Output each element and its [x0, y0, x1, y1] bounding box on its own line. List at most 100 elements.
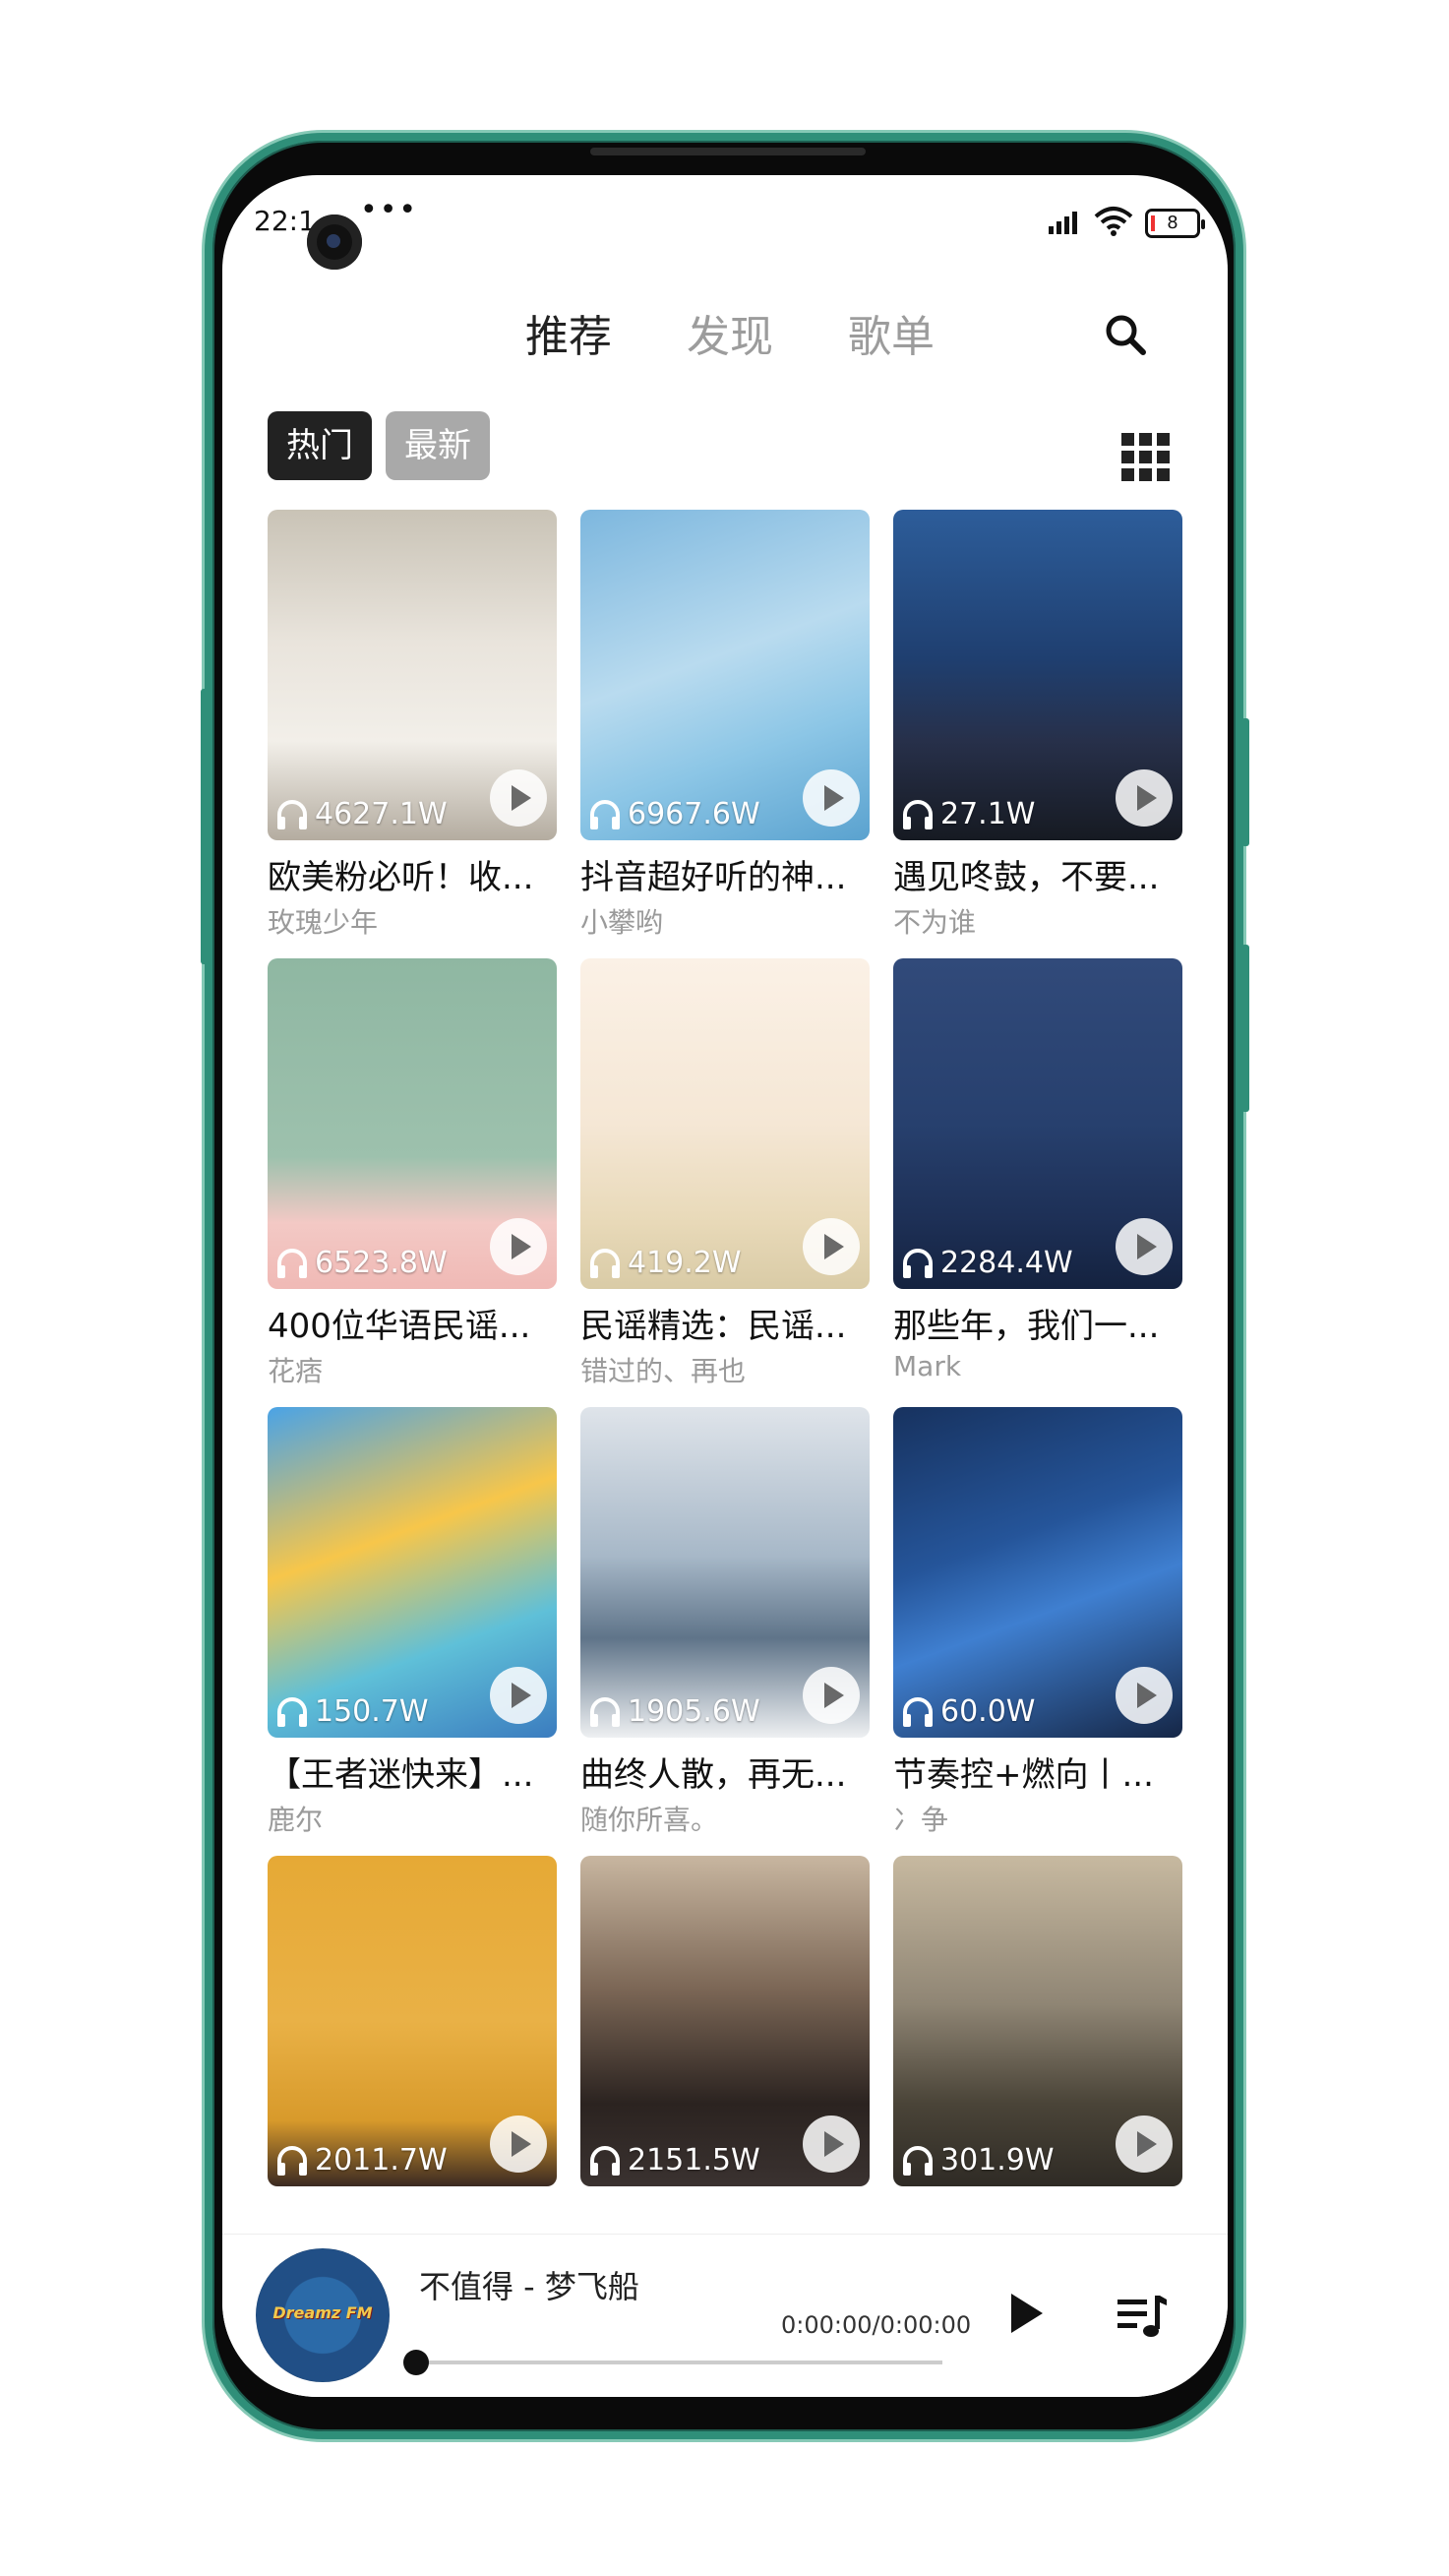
album-art-label: Dreamz FM	[272, 2303, 373, 2322]
playlist-title[interactable]: 那些年，我们一...	[893, 1299, 1182, 1347]
playback-time: 0:00:00/0:00:00	[781, 2311, 972, 2339]
signal-icon	[1049, 212, 1077, 234]
play-count-value: 2284.4W	[940, 1246, 1073, 1280]
side-button	[1241, 945, 1249, 1112]
play-count-value: 301.9W	[940, 2143, 1055, 2177]
playlist-author: Mark	[893, 1350, 962, 1382]
play-button[interactable]	[803, 1218, 860, 1275]
playlist-cover-image[interactable]: 2011.7W	[268, 1856, 557, 2186]
playlist-card[interactable]: 4627.1W 欧美粉必听！收... 玫瑰少年	[268, 510, 557, 943]
play-icon[interactable]	[1011, 2294, 1043, 2333]
play-button[interactable]	[490, 2116, 547, 2173]
tab-playlists[interactable]: 歌单	[848, 301, 935, 364]
playlist-title[interactable]: 节奏控+燃向丨...	[893, 1748, 1182, 1796]
playlist-title[interactable]: 曲终人散，再无...	[580, 1748, 870, 1796]
playlist-cover-image[interactable]: 2151.5W	[580, 1856, 870, 2186]
playlist-title[interactable]: 抖音超好听的神...	[580, 850, 870, 898]
playlist-author: 错过的、再也	[580, 1355, 747, 1387]
play-button[interactable]	[1116, 1218, 1173, 1275]
play-count-value: 60.0W	[940, 1694, 1036, 1729]
play-button[interactable]	[490, 769, 547, 827]
playlist-author: 花痞	[268, 1355, 324, 1387]
playlist-cover-image[interactable]: 27.1W	[893, 510, 1182, 840]
play-count-value: 4627.1W	[315, 797, 448, 831]
playlist-card[interactable]: 419.2W 民谣精选：民谣... 错过的、再也	[580, 958, 870, 1391]
playlist-cover-image[interactable]: 150.7W	[268, 1407, 557, 1738]
tab-recommend[interactable]: 推荐	[525, 301, 612, 364]
playlist-cover-image[interactable]: 6523.8W	[268, 958, 557, 1289]
playlist-card[interactable]: 2151.5W 「怀旧经典」记...	[580, 1856, 870, 2198]
status-more-indicator: •••	[360, 193, 419, 227]
headphones-icon	[590, 1248, 620, 1278]
playlist-card[interactable]: 2011.7W 「粤语金曲」对...	[268, 1856, 557, 2198]
playlist-cover-image[interactable]: 1905.6W	[580, 1407, 870, 1738]
filter-hot-button[interactable]: 热门	[268, 411, 372, 480]
play-count-value: 6967.6W	[628, 797, 760, 831]
playlist-title[interactable]: 400位华语民谣...	[268, 1299, 557, 1347]
playlist-title[interactable]: 民谣精选：民谣...	[580, 1299, 870, 1347]
playlist-title[interactable]: 【王者迷快来】...	[268, 1748, 557, 1796]
status-bar: 22:1 ••• 8	[222, 175, 1228, 270]
front-camera	[307, 215, 362, 270]
headphones-icon	[277, 1248, 307, 1278]
headphones-icon	[277, 1696, 307, 1727]
grid-view-icon[interactable]	[1121, 433, 1171, 482]
headphones-icon	[277, 799, 307, 829]
progress-track[interactable]	[415, 2361, 942, 2364]
playlist-cover-image[interactable]: 4627.1W	[268, 510, 557, 840]
playlist-card[interactable]: 27.1W 遇见咚鼓，不要... 不为谁	[893, 510, 1182, 943]
playlist-cover-image[interactable]: 60.0W	[893, 1407, 1182, 1738]
play-count: 27.1W	[901, 797, 1035, 831]
headphones-icon	[903, 2145, 933, 2176]
progress-thumb[interactable]	[403, 2350, 429, 2375]
play-button[interactable]	[490, 1667, 547, 1724]
headphones-icon	[590, 799, 620, 829]
play-count: 6967.6W	[588, 797, 760, 831]
status-time: 22:1	[254, 205, 316, 237]
playlist-cover-image[interactable]: 419.2W	[580, 958, 870, 1289]
play-button[interactable]	[803, 769, 860, 827]
playlist-cover-image[interactable]: 2284.4W	[893, 958, 1182, 1289]
play-count: 301.9W	[901, 2143, 1055, 2177]
mini-player: Dreamz FM 不值得 - 梦飞船 0:00:00/0:00:00	[222, 2234, 1228, 2397]
play-count: 4627.1W	[275, 797, 448, 831]
play-count-value: 419.2W	[628, 1246, 742, 1280]
search-icon[interactable]	[1098, 307, 1157, 366]
playlist-card[interactable]: 6523.8W 400位华语民谣... 花痞	[268, 958, 557, 1391]
now-playing-title: 不值得 - 梦飞船	[419, 2268, 639, 2305]
playlist-card[interactable]: 6967.6W 抖音超好听的神... 小攀哟	[580, 510, 870, 943]
play-count: 6523.8W	[275, 1246, 448, 1280]
play-button[interactable]	[1116, 1667, 1173, 1724]
tab-discover[interactable]: 发现	[687, 301, 773, 364]
play-button[interactable]	[803, 1667, 860, 1724]
playlist-title[interactable]: 「粤语金曲」对...	[268, 2196, 557, 2198]
playlist-card[interactable]: 301.9W 「品味金曲」回...	[893, 1856, 1182, 2198]
play-button[interactable]	[1116, 769, 1173, 827]
volume-button	[201, 689, 209, 964]
battery-icon: 8	[1145, 209, 1205, 238]
play-button[interactable]	[1116, 2116, 1173, 2173]
wifi-icon	[1094, 207, 1133, 236]
playlist-card[interactable]: 2284.4W 那些年，我们一... Mark	[893, 958, 1182, 1391]
headphones-icon	[903, 1696, 933, 1727]
playlist-title[interactable]: 「怀旧经典」记...	[580, 2196, 870, 2198]
playlist-title[interactable]: 遇见咚鼓，不要...	[893, 850, 1182, 898]
playlist-card[interactable]: 1905.6W 曲终人散，再无... 随你所喜。	[580, 1407, 870, 1840]
playlist-icon[interactable]	[1117, 2296, 1167, 2339]
album-art[interactable]: Dreamz FM	[256, 2248, 390, 2382]
play-count: 2284.4W	[901, 1246, 1073, 1280]
filter-new-button[interactable]: 最新	[386, 411, 490, 480]
play-count-value: 27.1W	[940, 797, 1036, 831]
playlist-card[interactable]: 150.7W 【王者迷快来】... 鹿尔	[268, 1407, 557, 1840]
playlist-cover-image[interactable]: 301.9W	[893, 1856, 1182, 2186]
app-screen: 22:1 ••• 8 推荐 发现 歌单 热门 最新 4627.1W 欧美粉必听！收…	[222, 175, 1228, 2397]
playlist-title[interactable]: 欧美粉必听！收...	[268, 850, 557, 898]
play-button[interactable]	[803, 2116, 860, 2173]
play-button[interactable]	[490, 1218, 547, 1275]
headphones-icon	[277, 2145, 307, 2176]
playlist-card[interactable]: 60.0W 节奏控+燃向丨... 冫争	[893, 1407, 1182, 1840]
play-count-value: 2011.7W	[315, 2143, 448, 2177]
playlist-title[interactable]: 「品味金曲」回...	[893, 2196, 1182, 2198]
headphones-icon	[903, 799, 933, 829]
playlist-cover-image[interactable]: 6967.6W	[580, 510, 870, 840]
